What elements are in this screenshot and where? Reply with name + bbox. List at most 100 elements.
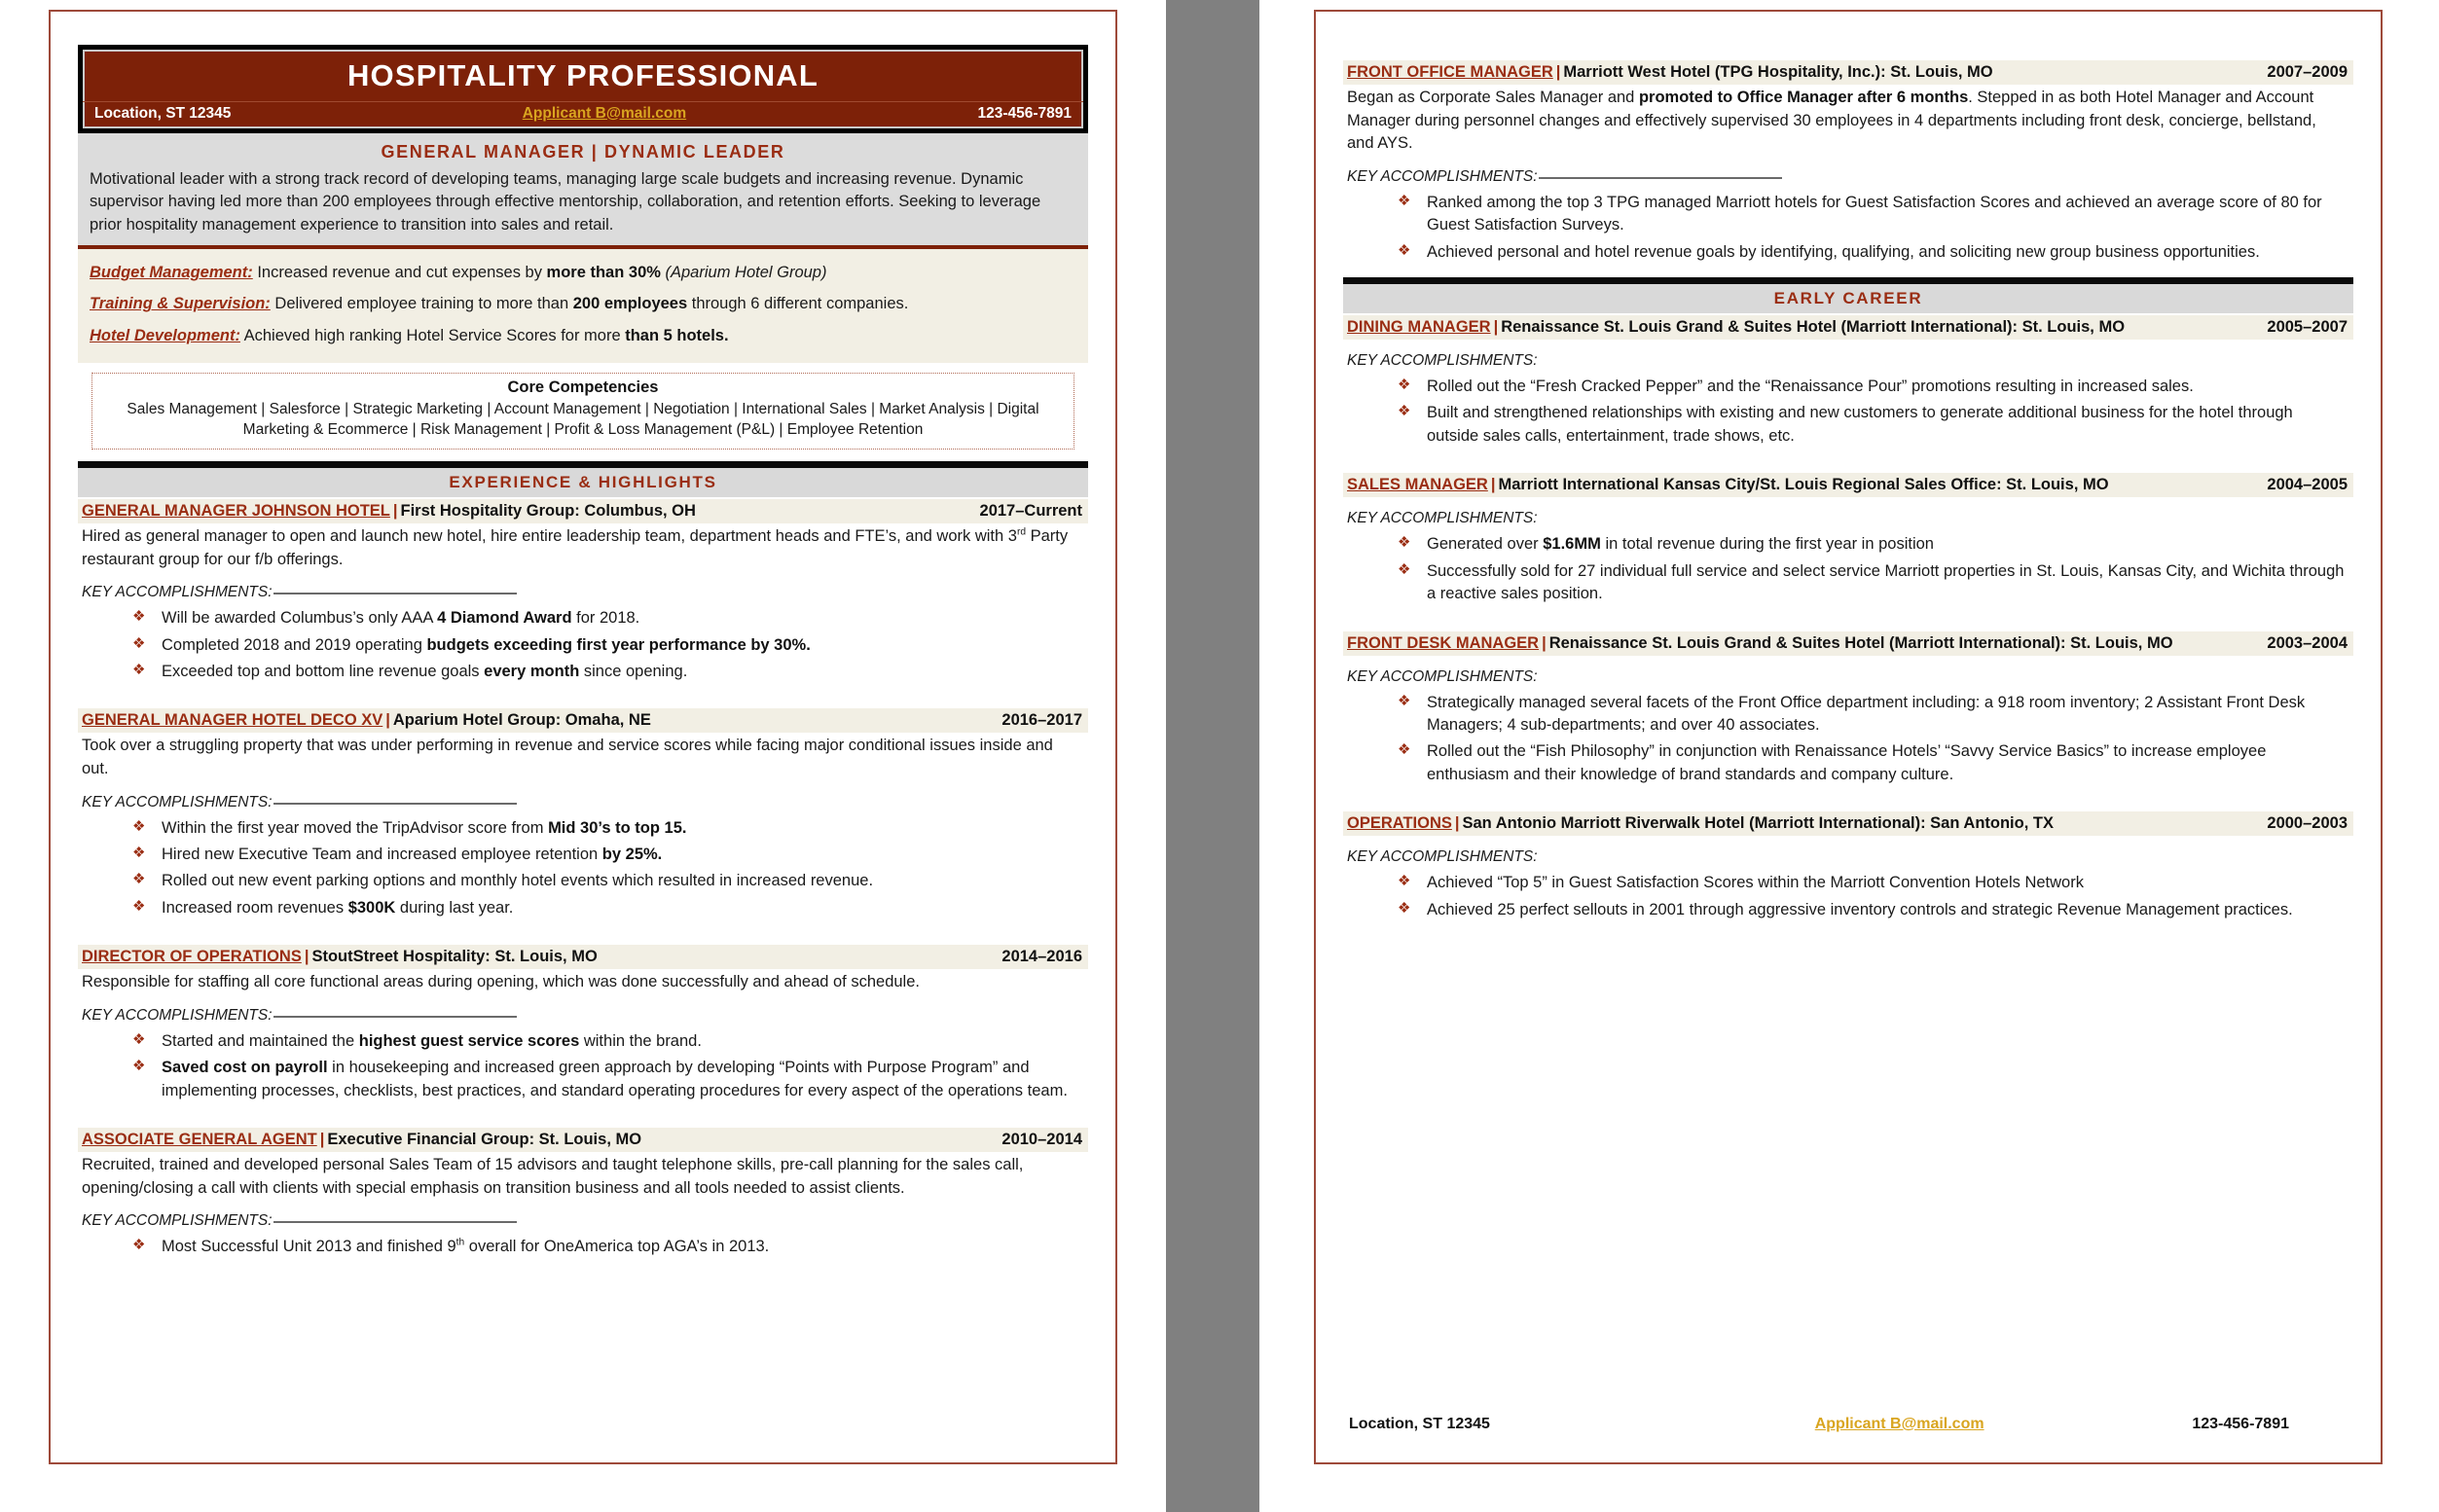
- title-separator: |: [1454, 814, 1460, 833]
- accomplishment-item: Started and maintained the highest guest…: [132, 1028, 1080, 1055]
- key-accomplishments-rule: [273, 1221, 517, 1224]
- job-title: OPERATIONS: [1347, 814, 1452, 833]
- body-text: Exceeded top and bottom line revenue goa…: [162, 663, 485, 680]
- accomplishment-item: Ranked among the top 3 TPG managed Marri…: [1398, 190, 2346, 239]
- job-company: First Hospitality Group: Columbus, OH: [400, 501, 696, 520]
- accomplishment-item: Rolled out new event parking options and…: [132, 868, 1080, 894]
- experience-list: GENERAL MANAGER JOHNSON HOTEL | First Hosp…: [78, 498, 1088, 1261]
- accomplishment-item: Achieved 25 perfect sellouts in 2001 thr…: [1398, 897, 2346, 923]
- experience-entry-title-group: FRONT OFFICE MANAGER | Marriott West Hotel…: [1347, 63, 1993, 82]
- body-text: Rolled out the “Fish Philosophy” in conj…: [1427, 742, 2267, 783]
- core-competencies-list: Sales Management | Salesforce | Strategi…: [127, 400, 1039, 439]
- highlight-label: Hotel Development:: [90, 326, 240, 344]
- footer-email-link[interactable]: Applicant B@mail.com: [1815, 1416, 1984, 1433]
- accomplishment-list: Most Successful Unit 2013 and finished 9…: [78, 1234, 1088, 1260]
- key-accomplishments-label: KEY ACCOMPLISHMENTS:: [78, 571, 1088, 603]
- job-dates: 2014–2016: [1001, 948, 1082, 966]
- accomplishment-list: Rolled out the “Fresh Cracked Pepper” an…: [1343, 374, 2353, 450]
- body-text: Will be awarded Columbus’s only AAA: [162, 609, 438, 628]
- key-accomplishments-text: KEY ACCOMPLISHMENTS:: [1347, 352, 1538, 370]
- key-accomplishments-text: KEY ACCOMPLISHMENTS:: [82, 584, 273, 601]
- job-company: Renaissance St. Louis Grand & Suites Hot…: [1548, 633, 2173, 652]
- experience-entry-title-group: DINING MANAGER | Renaissance St. Louis Gra…: [1347, 318, 2125, 337]
- highlight-label: Budget Management:: [90, 264, 253, 282]
- summary-section: GENERAL MANAGER | DYNAMIC LEADER Motivat…: [78, 132, 1088, 250]
- body-text: Started and maintained the: [162, 1031, 359, 1050]
- job-title: FRONT OFFICE MANAGER: [1347, 63, 1553, 81]
- experience-entry-title-group: GENERAL MANAGER HOTEL DECO XV | Aparium Ho…: [82, 711, 651, 730]
- emphasis-text: promoted to Office Manager after 6 month…: [1638, 89, 1969, 106]
- job-title: DINING MANAGER: [1347, 318, 1491, 337]
- key-accomplishments-text: KEY ACCOMPLISHMENTS:: [82, 1006, 273, 1024]
- job-dates: 2017–Current: [979, 501, 1082, 520]
- body-text: Most Successful Unit 2013 and finished 9: [162, 1238, 456, 1256]
- experience-entry: SALES MANAGER | Marriott International Kan…: [1343, 473, 2353, 607]
- accomplishment-item: Hired new Executive Team and increased e…: [132, 842, 1080, 868]
- highlight-label: Training & Supervision:: [90, 295, 271, 313]
- accomplishment-list: Within the first year moved the TripAdvi…: [78, 815, 1088, 922]
- section-title-early-career: EARLY CAREER: [1343, 284, 2353, 314]
- key-accomplishments-label: KEY ACCOMPLISHMENTS:: [1343, 340, 2353, 372]
- experience-entry-header: DIRECTOR OF OPERATIONS | StoutStreet Hospi…: [78, 945, 1088, 970]
- experience-entry-header: FRONT DESK MANAGER | Renaissance St. Louis…: [1343, 630, 2353, 656]
- accomplishment-item: Saved cost on payroll in housekeeping an…: [132, 1055, 1080, 1104]
- accomplishment-list: Achieved “Top 5” in Guest Satisfaction S…: [1343, 870, 2353, 923]
- superscript-text: rd: [1016, 526, 1027, 538]
- key-accomplishments-label: KEY ACCOMPLISHMENTS:: [78, 781, 1088, 813]
- body-text: Increased room revenues: [162, 898, 348, 917]
- key-accomplishments-label: KEY ACCOMPLISHMENTS:: [1343, 156, 2353, 188]
- accomplishment-list: Will be awarded Columbus’s only AAA 4 Di…: [78, 605, 1088, 685]
- emphasis-text: Saved cost on payroll: [162, 1059, 328, 1077]
- job-title: GENERAL MANAGER JOHNSON HOTEL: [82, 501, 390, 520]
- accomplishment-item: Within the first year moved the TripAdvi…: [132, 815, 1080, 842]
- highlights-section: Budget Management: Increased revenue and…: [78, 249, 1088, 363]
- emphasis-text: highest guest service scores: [358, 1031, 580, 1050]
- job-dates: 2007–2009: [2267, 63, 2348, 81]
- job-description: Responsible for staffing all core functi…: [78, 969, 1088, 994]
- body-text: Built and strengthened relationships wit…: [1427, 404, 2293, 445]
- job-title: DIRECTOR OF OPERATIONS: [82, 948, 302, 966]
- emphasis-text: than 5 hotels.: [625, 326, 729, 344]
- page-title: HOSPITALITY PROFESSIONAL: [346, 58, 819, 92]
- accomplishment-item: Will be awarded Columbus’s only AAA 4 Di…: [132, 605, 1080, 631]
- key-accomplishments-rule: [1538, 176, 1782, 179]
- body-text: Achieved “Top 5” in Guest Satisfaction S…: [1427, 874, 2084, 892]
- accomplishment-item: Exceeded top and bottom line revenue goa…: [132, 659, 1080, 685]
- key-accomplishments-label: KEY ACCOMPLISHMENTS:: [1343, 497, 2353, 529]
- accomplishment-item: Increased room revenues $300K during las…: [132, 895, 1080, 921]
- body-text: Began as Corporate Sales Manager and: [1347, 89, 1639, 106]
- job-title: FRONT DESK MANAGER: [1347, 633, 1540, 652]
- experience-entry-header: GENERAL MANAGER JOHNSON HOTEL | First Hosp…: [78, 498, 1088, 523]
- accomplishment-item: Most Successful Unit 2013 and finished 9…: [132, 1234, 1080, 1260]
- resume-page-2: FRONT OFFICE MANAGER | Marriott West Hotel…: [1314, 10, 2383, 1464]
- title-separator: |: [392, 501, 398, 520]
- title-separator: |: [385, 711, 390, 730]
- body-text: Ranked among the top 3 TPG managed Marri…: [1427, 193, 2322, 234]
- experience-entry-header: GENERAL MANAGER HOTEL DECO XV | Aparium Ho…: [78, 708, 1088, 734]
- body-text: Delivered employee training to more than: [270, 295, 573, 313]
- emphasis-text: $300K: [347, 898, 396, 917]
- accomplishment-item: Completed 2018 and 2019 operating budget…: [132, 632, 1080, 659]
- contact-email-link[interactable]: Applicant B@mail.com: [523, 105, 686, 123]
- job-company: Marriott West Hotel (TPG Hospitality, In…: [1563, 63, 1993, 81]
- body-text: Achieved high ranking Hotel Service Scor…: [239, 326, 626, 344]
- section-bar-experience: EXPERIENCE & HIGHLIGHTS: [78, 460, 1088, 497]
- experience-entry-title-group: FRONT DESK MANAGER | Renaissance St. Louis…: [1347, 634, 2173, 653]
- body-text: Rolled out the “Fresh Cracked Pepper” an…: [1427, 378, 2194, 396]
- job-company: Renaissance St. Louis Grand & Suites Hot…: [1501, 318, 2126, 337]
- experience-entry: DINING MANAGER | Renaissance St. Louis Gra…: [1343, 315, 2353, 450]
- job-dates: 2003–2004: [2267, 633, 2348, 652]
- experience-entry: GENERAL MANAGER JOHNSON HOTEL | First Hosp…: [78, 498, 1088, 685]
- footer-phone: 123-456-7891: [2192, 1416, 2289, 1432]
- experience-entry-header: OPERATIONS | San Antonio Marriott Riverwal…: [1343, 811, 2353, 837]
- body-text: Recruited, trained and developed persona…: [82, 1156, 1024, 1197]
- core-competencies-title: Core Competencies: [507, 378, 659, 396]
- highlight-row: Budget Management: Increased revenue and…: [90, 258, 1076, 289]
- key-accomplishments-text: KEY ACCOMPLISHMENTS:: [1347, 167, 1538, 185]
- body-text: Took over a struggling property that was…: [82, 737, 1053, 778]
- contact-bar: Location, ST 12345 Applicant B@mail.com …: [83, 100, 1083, 128]
